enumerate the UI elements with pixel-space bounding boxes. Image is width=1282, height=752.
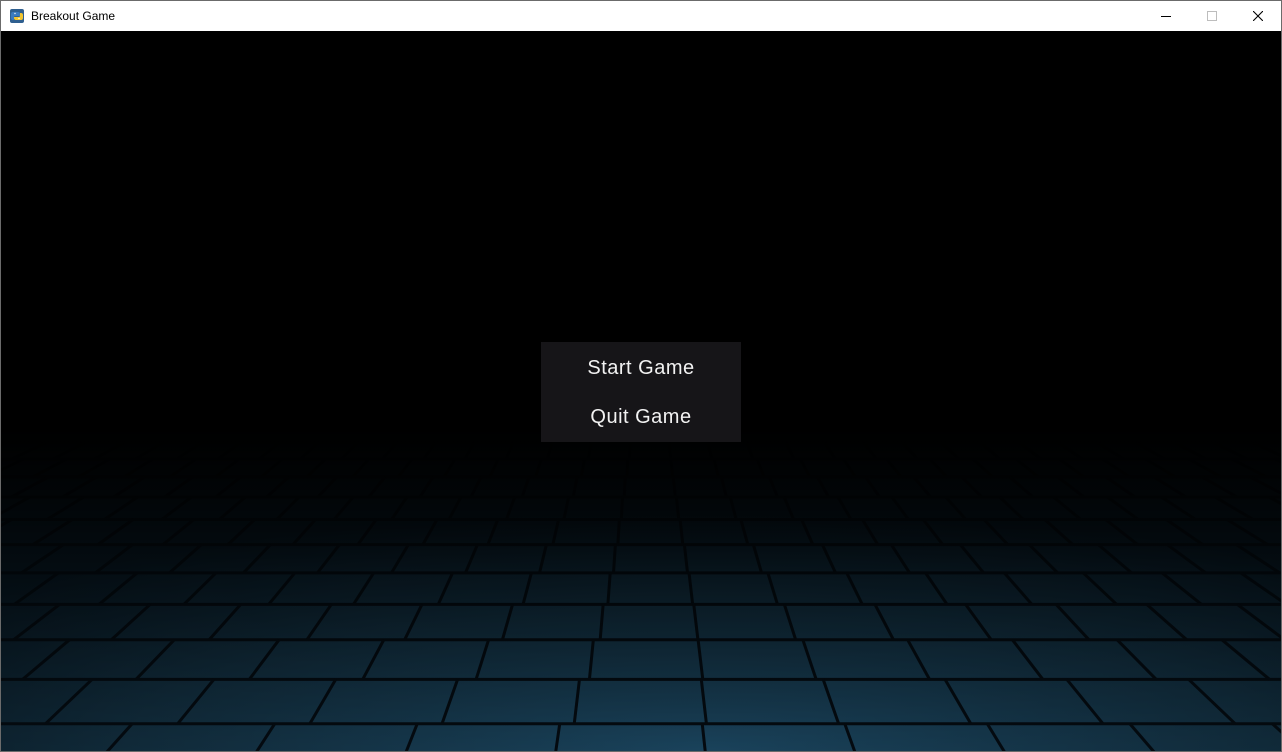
python-icon <box>10 9 24 23</box>
minimize-button[interactable] <box>1143 1 1189 31</box>
main-menu: Start Game Quit Game <box>541 342 741 442</box>
close-icon <box>1253 11 1263 21</box>
caption-buttons <box>1143 1 1281 31</box>
window-title: Breakout Game <box>31 9 116 23</box>
maximize-icon <box>1207 11 1217 21</box>
game-window: Breakout Game Start Game Quit Game <box>0 0 1282 752</box>
quit-game-button[interactable]: Quit Game <box>541 393 741 442</box>
title-bar[interactable]: Breakout Game <box>1 1 1281 31</box>
minimize-icon <box>1161 16 1171 17</box>
game-viewport[interactable]: Start Game Quit Game <box>1 31 1281 751</box>
maximize-button[interactable] <box>1189 1 1235 31</box>
close-button[interactable] <box>1235 1 1281 31</box>
start-game-button[interactable]: Start Game <box>541 342 741 393</box>
